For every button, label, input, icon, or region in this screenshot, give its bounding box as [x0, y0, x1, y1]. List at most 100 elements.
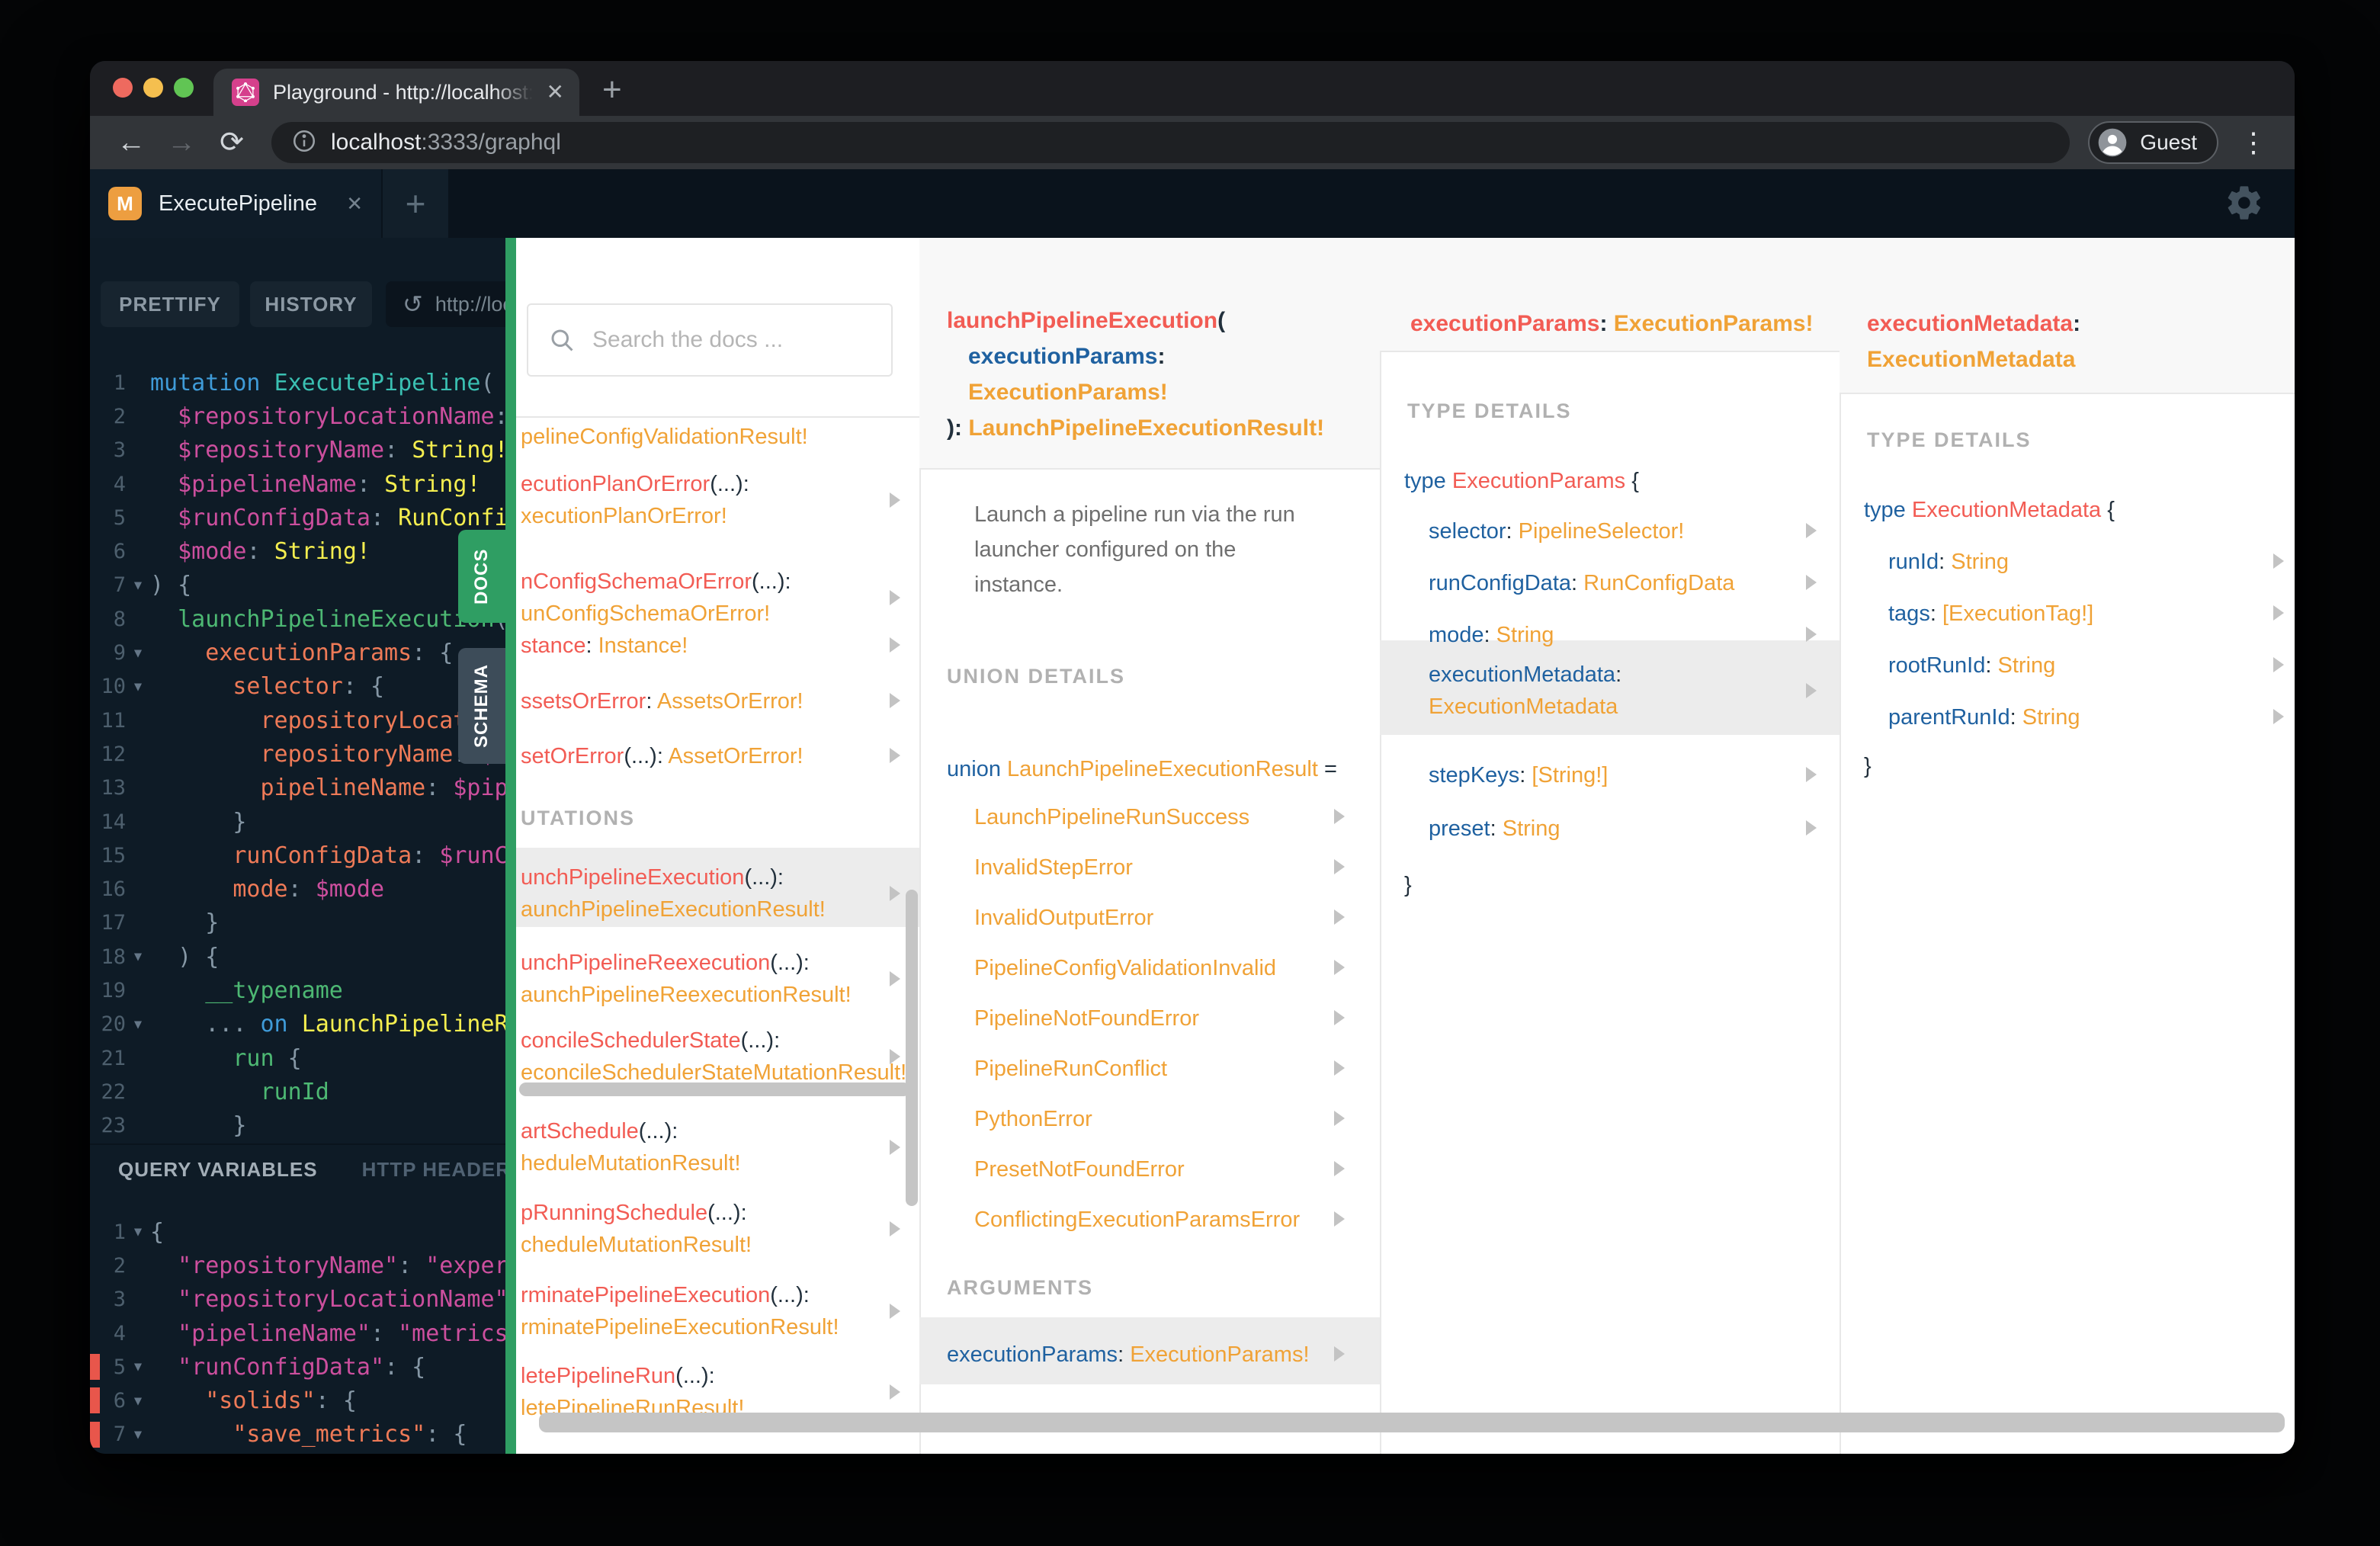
minimize-window-button[interactable] — [143, 78, 163, 98]
docs-item[interactable]: launchPipelineExecution( — [947, 305, 1225, 337]
settings-gear-icon[interactable] — [2224, 183, 2264, 226]
expand-arrow-icon[interactable] — [1334, 909, 1345, 925]
docs-item[interactable]: artSchedule(...): heduleMutationResult! — [521, 1115, 741, 1179]
fold-arrow-icon[interactable]: ▼ — [126, 1017, 150, 1032]
playground-new-tab-button[interactable]: + — [383, 169, 448, 238]
expand-arrow-icon[interactable] — [1334, 1010, 1345, 1025]
address-bar[interactable]: localhost:3333/graphql — [271, 122, 2070, 163]
playground-tab[interactable]: M ExecutePipeline ✕ — [90, 169, 381, 238]
prettify-button[interactable]: PRETTIFY — [101, 281, 239, 327]
reset-endpoint-icon[interactable]: ↺ — [403, 290, 423, 319]
back-icon[interactable]: ← — [110, 128, 152, 157]
expand-arrow-icon[interactable] — [1334, 1111, 1345, 1126]
fold-arrow-icon[interactable]: ▼ — [126, 1224, 150, 1240]
expand-arrow-icon[interactable] — [2273, 553, 2284, 569]
docs-item[interactable]: rminatePipelineExecution(...): rminatePip… — [521, 1279, 839, 1343]
history-button[interactable]: HISTORY — [250, 281, 372, 327]
forward-icon[interactable]: → — [160, 128, 203, 157]
expand-arrow-icon[interactable] — [1806, 683, 1817, 698]
expand-arrow-icon[interactable] — [890, 748, 900, 763]
fold-arrow-icon[interactable]: ▼ — [126, 1359, 150, 1374]
expand-arrow-icon[interactable] — [890, 971, 900, 986]
docs-item[interactable]: unchPipelineReexecution(...): aunchPipeli… — [521, 947, 852, 1011]
reload-icon[interactable]: ⟳ — [210, 128, 253, 157]
vertical-scrollbar[interactable] — [906, 890, 918, 1206]
docs-item[interactable]: } — [1864, 750, 1872, 782]
docs-item[interactable]: pelineConfigValidationResult! — [521, 421, 808, 453]
fold-arrow-icon[interactable]: ▼ — [126, 949, 150, 964]
expand-arrow-icon[interactable] — [1806, 523, 1817, 538]
tab-http-headers[interactable]: HTTP HEADERS — [362, 1158, 525, 1182]
expand-arrow-icon[interactable] — [890, 637, 900, 653]
expand-arrow-icon[interactable] — [1334, 1211, 1345, 1227]
expand-arrow-icon[interactable] — [1334, 859, 1345, 874]
fold-arrow-icon[interactable]: ▼ — [126, 679, 150, 694]
fold-arrow-icon[interactable]: ▼ — [126, 578, 150, 593]
docs-item[interactable]: mode: String — [1429, 619, 1554, 651]
docs-side-tab[interactable]: DOCS — [458, 530, 505, 623]
docs-item[interactable]: ExecutionParams! — [968, 377, 1168, 409]
docs-search-box[interactable] — [527, 303, 893, 377]
docs-item[interactable]: stance: Instance! — [521, 630, 688, 662]
expand-arrow-icon[interactable] — [1334, 1161, 1345, 1176]
browser-menu-icon[interactable]: ⋮ — [2226, 127, 2275, 159]
docs-item[interactable]: PipelineNotFoundError — [974, 1002, 1199, 1034]
expand-arrow-icon[interactable] — [1334, 960, 1345, 975]
expand-arrow-icon[interactable] — [1334, 1346, 1345, 1362]
docs-item[interactable]: PythonError — [974, 1103, 1092, 1135]
expand-arrow-icon[interactable] — [1806, 627, 1817, 642]
docs-item[interactable]: executionParams: — [968, 341, 1165, 373]
docs-item[interactable]: unchPipelineExecution(...): aunchPipeline… — [521, 861, 826, 925]
expand-arrow-icon[interactable] — [890, 1304, 900, 1319]
docs-item[interactable]: PipelineRunConflict — [974, 1053, 1167, 1085]
expand-arrow-icon[interactable] — [890, 1221, 900, 1236]
fold-arrow-icon[interactable]: ▼ — [126, 1394, 150, 1409]
docs-item[interactable]: runConfigData: RunConfigData — [1429, 567, 1734, 599]
docs-item[interactable]: ssetsOrError: AssetsOrError! — [521, 685, 803, 717]
expand-arrow-icon[interactable] — [1334, 1060, 1345, 1076]
docs-item[interactable]: InvalidStepError — [974, 852, 1133, 884]
docs-item[interactable]: preset: String — [1429, 813, 1560, 845]
docs-item[interactable]: setOrError(...): AssetOrError! — [521, 740, 803, 772]
docs-item[interactable]: executionMetadata: — [1867, 308, 2080, 340]
expand-arrow-icon[interactable] — [2273, 605, 2284, 621]
playground-tab-close-icon[interactable]: ✕ — [346, 192, 363, 216]
expand-arrow-icon[interactable] — [2273, 709, 2284, 724]
docs-item[interactable]: concileSchedulerState(...): econcileSched… — [521, 1025, 906, 1089]
docs-item[interactable]: executionParams: ExecutionParams! — [1410, 308, 1814, 340]
tab-close-icon[interactable]: ✕ — [547, 82, 564, 103]
expand-arrow-icon[interactable] — [1806, 820, 1817, 836]
new-tab-button[interactable]: + — [579, 73, 622, 116]
docs-item[interactable]: ): LaunchPipelineExecutionResult! — [947, 412, 1324, 444]
browser-tab[interactable]: Playground - http://localhost:3 ✕ — [213, 69, 579, 116]
zoom-window-button[interactable] — [174, 78, 194, 98]
docs-item[interactable]: InvalidOutputError — [974, 902, 1153, 934]
expand-arrow-icon[interactable] — [890, 1049, 900, 1064]
docs-search-input[interactable] — [592, 327, 871, 353]
expand-arrow-icon[interactable] — [890, 1384, 900, 1400]
docs-item[interactable]: PresetNotFoundError — [974, 1153, 1185, 1185]
docs-item[interactable]: parentRunId: String — [1888, 701, 2080, 733]
expand-arrow-icon[interactable] — [1334, 809, 1345, 824]
docs-item[interactable]: union LaunchPipelineExecutionResult = — [947, 753, 1337, 785]
docs-item[interactable]: ecutionPlanOrError(...): xecutionPlanOrEr… — [521, 468, 749, 532]
expand-arrow-icon[interactable] — [890, 886, 900, 901]
docs-item[interactable]: type ExecutionParams { — [1404, 465, 1639, 497]
docs-item[interactable]: runId: String — [1888, 546, 2009, 578]
expand-arrow-icon[interactable] — [2273, 657, 2284, 672]
docs-item[interactable]: stepKeys: [String!] — [1429, 759, 1608, 791]
docs-item[interactable]: type ExecutionMetadata { — [1864, 494, 2115, 526]
docs-item[interactable]: executionParams: ExecutionParams! — [947, 1339, 1310, 1371]
docs-item[interactable]: } — [1404, 869, 1412, 901]
close-window-button[interactable] — [113, 78, 133, 98]
docs-item[interactable]: ExecutionMetadata — [1867, 344, 2075, 376]
docs-horizontal-scrollbar[interactable] — [539, 1413, 2285, 1432]
docs-item[interactable]: LaunchPipelineRunSuccess — [974, 801, 1249, 833]
fold-arrow-icon[interactable]: ▼ — [126, 646, 150, 661]
expand-arrow-icon[interactable] — [890, 590, 900, 605]
profile-button[interactable]: Guest — [2088, 121, 2218, 164]
docs-item[interactable]: pRunningSchedule(...): cheduleMutationRes… — [521, 1197, 752, 1261]
site-info-icon[interactable] — [291, 128, 317, 158]
docs-item[interactable]: rootRunId: String — [1888, 650, 2055, 682]
docs-item[interactable]: selector: PipelineSelector! — [1429, 515, 1684, 547]
